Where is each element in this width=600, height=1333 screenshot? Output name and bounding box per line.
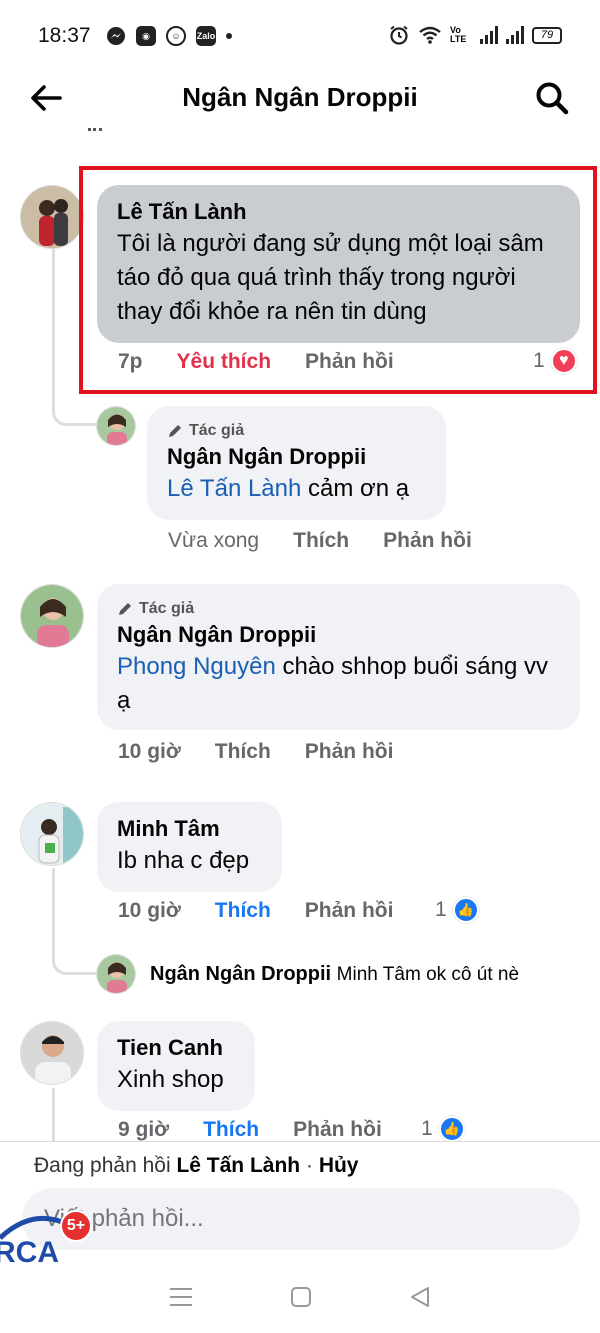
top-bar: Ngân Ngân Droppii <box>0 72 600 124</box>
more-notifications-icon <box>226 33 232 39</box>
comment-time: 9 giờ <box>118 1118 170 1141</box>
comment-text: Ib nha c đẹp <box>117 847 250 874</box>
comment-time: 10 giờ <box>118 740 181 763</box>
mention-link[interactable]: Phong Nguyên <box>117 653 276 680</box>
comment-author[interactable]: Ngân Ngân Droppii <box>167 442 426 472</box>
zalo-icon: Zalo <box>196 26 216 46</box>
volte-label: Vo LTE <box>450 25 467 44</box>
comment-time: Vừa xong <box>168 529 260 552</box>
comment-actions: 10 giờ Thích Phản hồi <box>118 740 427 764</box>
menu-icon[interactable] <box>168 1286 194 1308</box>
page-title: Ngân Ngân Droppii <box>182 82 418 112</box>
comment-actions: 9 giờ Thích Phản hồi <box>118 1118 416 1142</box>
comment-author[interactable]: Ngân Ngân Droppii <box>150 963 331 985</box>
comment-bubble[interactable]: Minh Tâm Ib nha c đẹp <box>97 802 282 892</box>
comment-author[interactable]: Minh Tâm <box>117 814 262 844</box>
notification-badge: 5+ <box>60 1210 92 1242</box>
status-bar: 18:37 ◉ ☺ Zalo Vo LTE 79 <box>0 0 600 72</box>
messenger-icon <box>107 27 125 45</box>
signal-icon <box>480 26 498 44</box>
reaction-count: 1 <box>421 1117 433 1140</box>
reaction-summary[interactable]: 1 👍 <box>435 897 479 923</box>
replying-to-label: Đang phản hồi Lê Tấn Lành · Hủy <box>34 1154 359 1177</box>
pencil-icon <box>169 425 181 437</box>
author-badge: Tác giả <box>167 420 426 442</box>
like-button[interactable]: Thích <box>215 899 271 923</box>
scrolled-text-fragment <box>88 128 102 140</box>
avatar[interactable] <box>96 406 136 446</box>
comment-author[interactable]: Ngân Ngân Droppii <box>117 620 560 650</box>
comment-author[interactable]: Tien Canh <box>117 1033 235 1063</box>
avatar[interactable] <box>20 1021 84 1085</box>
like-button[interactable]: Thích <box>293 529 349 553</box>
badge-label: Tác giả <box>139 600 195 617</box>
mention-link[interactable]: Lê Tấn Lành <box>167 475 301 502</box>
reaction-count: 1 <box>435 898 447 921</box>
system-icons: Vo LTE 79 <box>388 24 562 46</box>
reply-button[interactable]: Phản hồi <box>305 899 394 923</box>
avatar[interactable] <box>20 185 84 249</box>
comment-bubble[interactable]: Tien Canh Xinh shop <box>97 1021 255 1111</box>
like-button[interactable]: Thích <box>215 740 271 764</box>
author-badge: Tác giả <box>117 598 560 620</box>
comment-text: Xinh shop <box>117 1066 224 1093</box>
comment-text: Phong Nguyên chào shhop buổi sáng vv ạ <box>117 653 548 714</box>
system-nav-bar <box>0 1261 600 1333</box>
cancel-reply-button[interactable]: Hủy <box>319 1154 359 1177</box>
comment-text: Lê Tấn Lành cảm ơn ạ <box>167 475 410 502</box>
avatar[interactable] <box>96 954 136 994</box>
comment-bubble[interactable]: Tác giả Ngân Ngân Droppii Phong Nguyên c… <box>97 584 580 730</box>
comment-text: Minh Tâm ok cô út nè <box>336 964 520 985</box>
comment-actions: Vừa xong Thích Phản hồi <box>168 529 506 553</box>
reply-target[interactable]: Lê Tấn Lành <box>176 1154 300 1177</box>
thread-line <box>52 868 96 975</box>
back-icon[interactable] <box>408 1285 432 1309</box>
reply-button[interactable]: Phản hồi <box>305 740 394 764</box>
pencil-icon <box>119 603 131 615</box>
reply-button[interactable]: Phản hồi <box>293 1118 382 1142</box>
highlight-frame <box>79 166 597 394</box>
alarm-icon <box>390 25 408 45</box>
status-time: 18:37 <box>38 24 91 47</box>
avatar[interactable] <box>20 584 84 648</box>
reply-input[interactable] <box>22 1188 580 1250</box>
battery-icon: 79 <box>532 26 562 44</box>
home-icon[interactable] <box>290 1286 312 1308</box>
wifi-icon <box>419 26 441 44</box>
reaction-summary[interactable]: 1 👍 <box>421 1116 465 1142</box>
search-icon[interactable] <box>532 78 572 118</box>
comment-bubble[interactable]: Tác giả Ngân Ngân Droppii Lê Tấn Lành cả… <box>147 406 446 520</box>
like-icon: 👍 <box>452 897 479 923</box>
collapsed-reply[interactable]: Ngân Ngân Droppii Minh Tâm ok cô út nè <box>150 960 519 989</box>
comment-time: 10 giờ <box>118 899 181 922</box>
comment-actions: 10 giờ Thích Phản hồi <box>118 899 427 923</box>
like-button[interactable]: Thích <box>203 1118 259 1142</box>
reply-button[interactable]: Phản hồi <box>383 529 472 553</box>
notification-icons: ◉ ☺ Zalo <box>106 26 232 46</box>
like-icon: 👍 <box>438 1116 465 1142</box>
smile-icon: ☺ <box>166 26 186 46</box>
avatar[interactable] <box>20 802 84 866</box>
app-icon: ◉ <box>136 26 156 46</box>
thread-line <box>52 1088 55 1148</box>
signal-icon-2 <box>506 26 524 44</box>
badge-label: Tác giả <box>189 422 245 439</box>
